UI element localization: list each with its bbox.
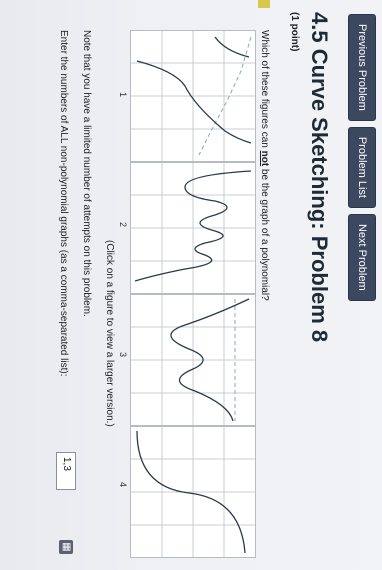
attempt-limit-note: Note that you have a limited number of a… bbox=[81, 30, 92, 317]
figure-2[interactable] bbox=[130, 162, 256, 294]
figure-1-number: 1 bbox=[118, 92, 128, 98]
previous-problem-button[interactable]: Previous Problem bbox=[348, 14, 376, 121]
page-title: 4.5 Curve Sketching: Problem 8 bbox=[307, 12, 332, 343]
points-label: (1 point) bbox=[289, 12, 300, 52]
figure-3-number: 3 bbox=[118, 352, 128, 358]
problem-list-button[interactable]: Problem List bbox=[348, 126, 376, 208]
next-problem-button[interactable]: Next Problem bbox=[348, 213, 376, 301]
question-text: Which of these figures can not be the gr… bbox=[259, 30, 270, 301]
figures-row bbox=[130, 30, 256, 558]
figure-2-number: 2 bbox=[118, 222, 128, 228]
figure-4[interactable] bbox=[130, 426, 256, 558]
figure-1[interactable] bbox=[130, 30, 256, 162]
problem-page: Previous Problem Problem List Next Probl… bbox=[0, 0, 382, 570]
question-suffix: be the graph of a polynomial? bbox=[259, 166, 270, 301]
grid-icon[interactable]: ▦ bbox=[59, 540, 73, 554]
click-note: (Click on a figure to view a larger vers… bbox=[104, 240, 115, 427]
problem-nav: Previous Problem Problem List Next Probl… bbox=[348, 14, 376, 301]
answer-input[interactable]: 1,3 bbox=[56, 452, 76, 490]
figure-3[interactable] bbox=[130, 294, 256, 426]
question-emphasis: not bbox=[259, 150, 270, 167]
answer-prompt: Enter the numbers of ALL non-polynomial … bbox=[58, 30, 69, 377]
highlight-marker bbox=[258, 0, 270, 8]
figure-4-number: 4 bbox=[118, 482, 128, 488]
question-prefix: Which of these figures can bbox=[259, 30, 270, 151]
